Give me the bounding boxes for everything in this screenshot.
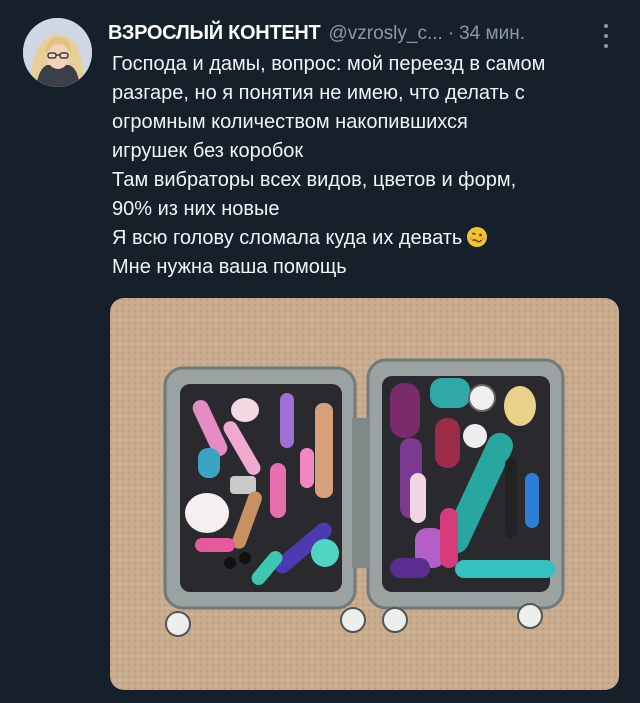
- woozy-face-emoji-icon: [467, 227, 488, 247]
- tweet-text-line: огромным количеством накопившихся: [112, 111, 468, 133]
- tweet-text-line: Господа и дамы, вопрос: мой переезд в са…: [112, 53, 546, 75]
- tweet-photo[interactable]: [110, 298, 619, 690]
- tweet-header: ВЗРОСЛЫЙ КОНТЕНТ @vzrosly_c... · 34 мин.: [108, 22, 525, 48]
- tweet-text-line: Я всю голову сломала куда их девать: [112, 227, 463, 249]
- tweet-text-line: Там вибраторы всех видов, цветов и форм,: [112, 169, 517, 191]
- more-vertical-icon: [604, 24, 608, 28]
- tweet-text-line: игрушек без коробок: [112, 140, 304, 162]
- more-options-button[interactable]: [596, 24, 616, 48]
- tweet-text: Господа и дамы, вопрос: мой переезд в са…: [112, 50, 622, 282]
- tweet-text-line: разгаре, но я понятия не имею, что делат…: [112, 82, 525, 104]
- tweet-text-line-with-emoji: Я всю голову сломала куда их девать: [112, 224, 622, 253]
- separator-dot: ·: [447, 23, 455, 44]
- tweet-text-line: 90% из них новые: [112, 198, 280, 220]
- tweet-text-line: Мне нужна ваша помощь: [112, 256, 347, 278]
- user-avatar-icon: [23, 18, 92, 87]
- timestamp[interactable]: 34 мин.: [459, 23, 525, 45]
- display-name[interactable]: ВЗРОСЛЫЙ КОНТЕНТ: [108, 22, 321, 45]
- avatar[interactable]: [23, 18, 92, 87]
- photo-suitcase-icon: [110, 298, 619, 690]
- user-handle[interactable]: @vzrosly_c...: [328, 23, 442, 45]
- tweet: ВЗРОСЛЫЙ КОНТЕНТ @vzrosly_c... · 34 мин.…: [0, 0, 640, 703]
